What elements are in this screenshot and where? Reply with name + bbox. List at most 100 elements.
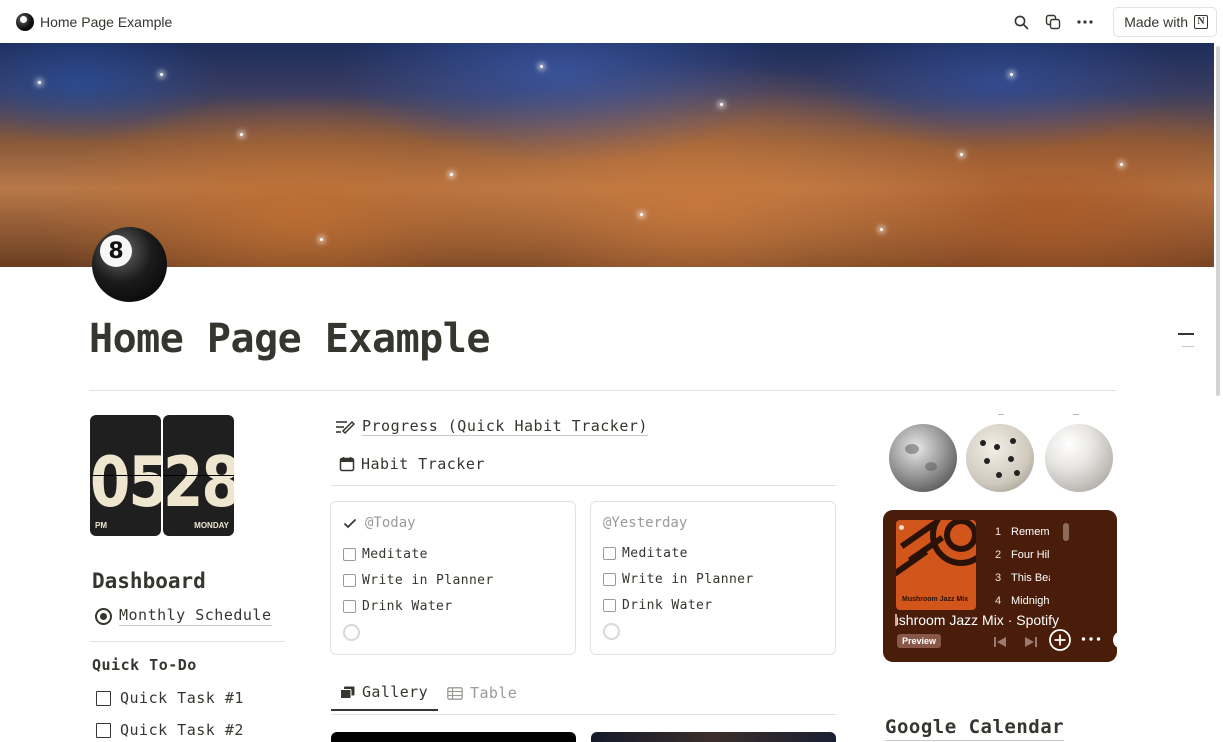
checkbox[interactable]	[603, 599, 616, 612]
edit-lines-icon	[336, 420, 356, 434]
checkmark-icon	[343, 518, 357, 528]
divider	[331, 485, 836, 486]
track-row[interactable]: 1 Remem	[995, 526, 1050, 549]
quick-task-item[interactable]: Quick Task #2	[96, 721, 244, 739]
divider	[998, 414, 1004, 415]
monthly-schedule-link[interactable]: Monthly Schedule	[95, 606, 272, 626]
quick-task-item[interactable]: Quick Task #1	[96, 689, 244, 707]
habit-card-today[interactable]: @Today Meditate Write in Planner Drink W…	[330, 501, 576, 655]
tracklist-scrollbar[interactable]	[1063, 523, 1069, 541]
progress-link-label: Progress (Quick Habit Tracker)	[362, 417, 648, 436]
card-title-label: @Today	[365, 515, 416, 531]
quick-task-label: Quick Task #2	[120, 721, 244, 739]
habit-todo[interactable]: Meditate	[343, 547, 428, 562]
quick-todo-heading: Quick To-Do	[92, 656, 197, 674]
play-button[interactable]	[1112, 630, 1117, 650]
habit-todo[interactable]: Write in Planner	[343, 573, 494, 588]
table-icon	[447, 686, 463, 700]
card-title: @Today	[343, 515, 416, 531]
made-with-notion-button[interactable]: Made with N	[1113, 7, 1217, 37]
top-bar: Home Page Example Made with N	[0, 0, 1223, 43]
habit-todo[interactable]: Drink Water	[343, 599, 453, 614]
checkbox[interactable]	[343, 548, 356, 561]
page-icon-8-ball[interactable]: 8	[92, 227, 167, 302]
card-title-label: @Yesterday	[603, 515, 688, 531]
habit-label: Meditate	[622, 546, 688, 561]
habit-label: Drink Water	[362, 599, 453, 614]
card-title: @Yesterday	[603, 515, 687, 531]
flip-clock-widget: 05 PM 28 MONDAY	[90, 415, 235, 536]
habit-label: Write in Planner	[622, 572, 754, 587]
spotify-embed[interactable]: Mushroom Jazz Mix 1 Remem 2 Four Hil 3 This…	[883, 510, 1117, 662]
checkbox[interactable]	[603, 547, 616, 560]
gallery-card[interactable]	[591, 732, 836, 742]
habit-tracker-link[interactable]: Habit Tracker	[339, 455, 485, 473]
preview-badge: Preview	[897, 634, 942, 648]
habit-label: Write in Planner	[362, 573, 494, 588]
8-ball-number: 8	[100, 235, 132, 267]
gallery-icon	[340, 686, 355, 699]
habit-label: Meditate	[362, 547, 428, 562]
clock-period: PM	[95, 521, 107, 530]
dice-image[interactable]	[966, 424, 1034, 492]
previous-track-icon[interactable]	[993, 636, 1007, 648]
tab-gallery[interactable]: Gallery	[331, 683, 439, 711]
cover-art-label: Mushroom Jazz Mix	[902, 595, 969, 603]
clock-hours: 05	[90, 441, 161, 523]
habit-todo[interactable]: Write in Planner	[603, 572, 754, 587]
top-actions: Made with N	[1011, 7, 1217, 37]
progress-ring-icon	[603, 623, 620, 640]
duplicate-icon[interactable]	[1043, 12, 1063, 32]
divider	[89, 390, 1116, 391]
dashboard-heading: Dashboard	[92, 569, 206, 593]
tab-label: Table	[470, 684, 518, 702]
add-to-library-icon[interactable]	[1048, 628, 1072, 652]
clock-hours-panel: 05 PM	[90, 415, 161, 536]
search-icon[interactable]	[1011, 12, 1031, 32]
checkbox[interactable]	[96, 722, 111, 738]
breadcrumb[interactable]: Home Page Example	[16, 12, 173, 31]
table-of-contents-marker-secondary[interactable]	[1182, 346, 1194, 347]
habit-card-yesterday[interactable]: @Yesterday Meditate Write in Planner Dri…	[590, 501, 836, 655]
page-scrollbar[interactable]	[1216, 46, 1220, 396]
calendar-icon	[339, 457, 355, 472]
track-row[interactable]: 3This Bea	[995, 572, 1050, 595]
quick-task-label: Quick Task #1	[120, 689, 244, 707]
divider	[1073, 414, 1079, 415]
next-track-icon[interactable]	[1024, 636, 1038, 648]
habit-todo[interactable]: Drink Water	[603, 598, 713, 613]
checkbox[interactable]	[343, 600, 356, 613]
progress-ring-icon	[343, 624, 360, 641]
clock-minutes: 28	[163, 441, 234, 523]
habit-label: Drink Water	[622, 598, 713, 613]
spotify-logo-icon	[899, 525, 904, 530]
divider	[90, 641, 285, 642]
checkbox[interactable]	[96, 690, 111, 706]
notion-logo-icon: N	[1194, 15, 1208, 29]
track-row[interactable]: 2 Four Hil	[995, 549, 1050, 572]
habit-tracker-label: Habit Tracker	[361, 455, 485, 473]
progress-habit-tracker-link[interactable]: Progress (Quick Habit Tracker)	[335, 417, 648, 436]
made-with-label: Made with	[1124, 14, 1188, 30]
breadcrumb-title: Home Page Example	[40, 13, 173, 30]
checkbox[interactable]	[343, 574, 356, 587]
habit-todo[interactable]: Meditate	[603, 546, 688, 561]
tab-label: Gallery	[362, 683, 429, 701]
page-title: Home Page Example	[89, 316, 490, 362]
clock-weekday: MONDAY	[194, 521, 229, 530]
gallery-card[interactable]	[331, 732, 576, 742]
clock-minutes-panel: 28 MONDAY	[163, 415, 234, 536]
view-tabs: Gallery Table	[331, 683, 527, 711]
more-options-icon[interactable]	[1081, 637, 1101, 641]
cover-image	[0, 43, 1214, 267]
track-row[interactable]: 4 Midnigh	[995, 595, 1050, 607]
playlist-title[interactable]: ushroom Jazz Mix · Spotify	[897, 612, 1097, 628]
pearl-image[interactable]	[1045, 424, 1113, 492]
moon-image[interactable]	[889, 424, 957, 492]
checkbox[interactable]	[603, 573, 616, 586]
more-icon[interactable]	[1075, 12, 1095, 32]
tab-table[interactable]: Table	[438, 683, 527, 711]
table-of-contents-marker[interactable]	[1178, 333, 1194, 335]
target-icon	[95, 607, 112, 625]
playlist-cover-art[interactable]: Mushroom Jazz Mix	[896, 520, 976, 610]
